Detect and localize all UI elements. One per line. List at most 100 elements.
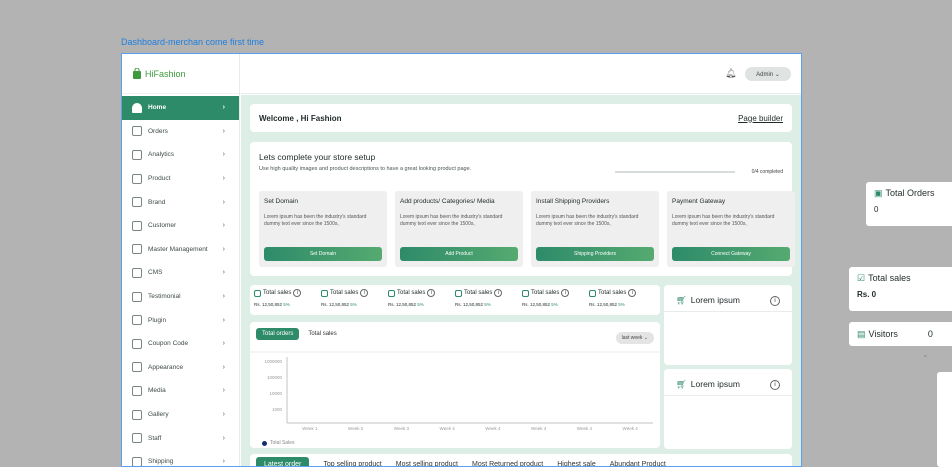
master-icon <box>132 244 142 255</box>
step-action-button[interactable]: Add Product <box>400 247 518 261</box>
check-icon <box>254 289 261 297</box>
sidebar-item-label: Master Management <box>148 245 208 253</box>
step-title: Install Shipping Providers <box>536 198 610 205</box>
tab-abundant-product[interactable]: Abundant Product <box>610 461 666 467</box>
info-icon[interactable]: i <box>561 289 570 297</box>
sidebar-item-brand[interactable]: Brand › <box>122 190 239 214</box>
tab-latest-order[interactable]: Latest order <box>256 456 310 466</box>
coupon-icon <box>132 338 142 349</box>
info-icon[interactable]: i <box>293 289 302 297</box>
chevron-right-icon: › <box>222 127 225 135</box>
sidebar-item-shipping[interactable]: Shipping › <box>122 450 239 466</box>
info-icon[interactable]: i <box>494 289 503 297</box>
tab-top-selling-product[interactable]: Top selling product <box>323 461 381 467</box>
partial-widget <box>937 372 952 467</box>
dashboard-frame: HiFashion Home › Orders › Analytics › Product ›… <box>121 53 802 467</box>
chevron-right-icon: › <box>222 269 225 277</box>
stat-percent: 5% <box>283 302 290 307</box>
admin-dropdown[interactable]: Admin ⌄ <box>745 67 791 81</box>
divider <box>664 395 792 396</box>
sidebar-item-gallery[interactable]: Gallery › <box>122 403 239 427</box>
cart-icon: 🛒︎ <box>676 379 687 389</box>
sidebar-item-home[interactable]: Home › <box>122 96 239 120</box>
check-icon <box>522 289 529 297</box>
sidebar-item-label: Orders <box>148 127 168 135</box>
sidebar-item-customer[interactable]: Customer › <box>122 214 239 238</box>
divider <box>664 311 792 312</box>
bottom-tabs: Latest order Top selling product Most sell… <box>250 454 792 467</box>
sidebar-item-label: Customer <box>148 222 177 230</box>
x-tick-label: Week 1 <box>302 426 318 431</box>
brand-logo[interactable]: HiFashion <box>122 54 239 94</box>
stat-value: Rs. 12,50,852 <box>522 302 551 307</box>
bell-icon[interactable]: 🔔︎ <box>725 68 736 79</box>
sidebar-item-plugin[interactable]: Plugin › <box>122 308 239 332</box>
tab-most-selling-product[interactable]: Most selling product <box>396 461 458 467</box>
sidebar-item-appearance[interactable]: Appearance › <box>122 356 239 380</box>
chevron-down-icon[interactable]: ⌄ <box>922 350 929 359</box>
sidebar-item-cms[interactable]: CMS › <box>122 261 239 285</box>
info-icon[interactable]: i <box>770 295 780 306</box>
step-action-button[interactable]: Shipping Providers <box>536 247 654 261</box>
y-tick-label: 1000000 <box>264 359 282 364</box>
stat-item: Total sales i Rs. 12,50,852 5% <box>254 289 321 315</box>
sidebar-item-master-management[interactable]: Master Management › <box>122 238 239 262</box>
store-setup-card: Lets complete your store setup Use high … <box>250 142 795 276</box>
setup-step-card: Install Shipping Providers Lorem ipsum ha… <box>531 191 659 267</box>
stat-label: Total sales <box>598 290 627 296</box>
side-card-title: Lorem ipsum <box>690 379 740 389</box>
sidebar-item-media[interactable]: Media › <box>122 379 239 403</box>
chevron-right-icon: › <box>222 434 225 442</box>
stat-percent: 5% <box>484 302 491 307</box>
chevron-right-icon: › <box>222 151 225 159</box>
sidebar-item-label: Shipping <box>148 458 174 466</box>
sidebar-item-coupon-code[interactable]: Coupon Code › <box>122 332 239 356</box>
chevron-right-icon: › <box>222 222 225 230</box>
stat-percent: 5% <box>417 302 424 307</box>
page-builder-link[interactable]: Page builder <box>738 114 783 123</box>
chevron-right-icon: › <box>222 458 225 466</box>
stats-row: Total sales i Rs. 12,50,852 5% Total sales i… <box>250 285 660 315</box>
sidebar-item-product[interactable]: Product › <box>122 167 239 191</box>
sidebar-nav: Home › Orders › Analytics › Product › Brand › Cust… <box>122 94 239 466</box>
info-icon[interactable]: i <box>427 289 436 297</box>
total-sales-value: Rs. 0 <box>857 290 877 299</box>
sidebar-item-label: Plugin <box>148 316 167 324</box>
sidebar-item-analytics[interactable]: Analytics › <box>122 143 239 167</box>
setup-step-card: Set Domain Lorem ipsum has been the indus… <box>259 191 387 267</box>
stat-item: Total sales i Rs. 12,50,852 5% <box>589 289 656 315</box>
sidebar-item-label: Staff <box>148 434 162 442</box>
total-orders-label: Total Orders <box>885 188 935 198</box>
stat-item: Total sales i Rs. 12,50,852 5% <box>321 289 388 315</box>
check-icon <box>455 289 462 297</box>
step-action-button[interactable]: Connect Gateway <box>672 247 790 261</box>
visitors-value: 0 <box>927 329 933 339</box>
product-icon <box>132 173 142 184</box>
chevron-right-icon: › <box>222 316 225 324</box>
step-action-button[interactable]: Set Domain <box>264 247 382 261</box>
sidebar-item-label: Analytics <box>148 151 175 159</box>
analytics-icon <box>132 149 142 160</box>
customer-icon <box>132 220 142 231</box>
y-tick-label: 100000 <box>267 375 283 380</box>
sidebar-item-staff[interactable]: Staff › <box>122 426 239 450</box>
sidebar-item-label: Testimonial <box>148 293 181 301</box>
tab-most-returned-product[interactable]: Most Returned product <box>472 461 543 467</box>
check-icon <box>321 289 328 297</box>
info-icon[interactable]: i <box>770 379 780 390</box>
sidebar-item-label: Brand <box>148 198 166 206</box>
step-description: Lorem ipsum has been the industry's stan… <box>672 214 775 227</box>
legend-label: Total Sales <box>270 440 295 446</box>
sidebar-item-label: Appearance <box>148 363 184 371</box>
info-icon[interactable]: i <box>360 289 369 297</box>
sidebar-item-testimonial[interactable]: Testimonial › <box>122 285 239 309</box>
check-icon <box>589 289 596 297</box>
stat-label: Total sales <box>263 290 292 296</box>
stat-label: Total sales <box>464 290 493 296</box>
info-icon[interactable]: i <box>628 289 637 297</box>
tab-highest-sale[interactable]: Highest sale <box>557 461 596 467</box>
stat-label: Total sales <box>397 290 426 296</box>
chevron-right-icon: › <box>222 387 225 395</box>
setup-steps: Set Domain Lorem ipsum has been the indus… <box>259 191 795 267</box>
sidebar-item-orders[interactable]: Orders › <box>122 120 239 144</box>
